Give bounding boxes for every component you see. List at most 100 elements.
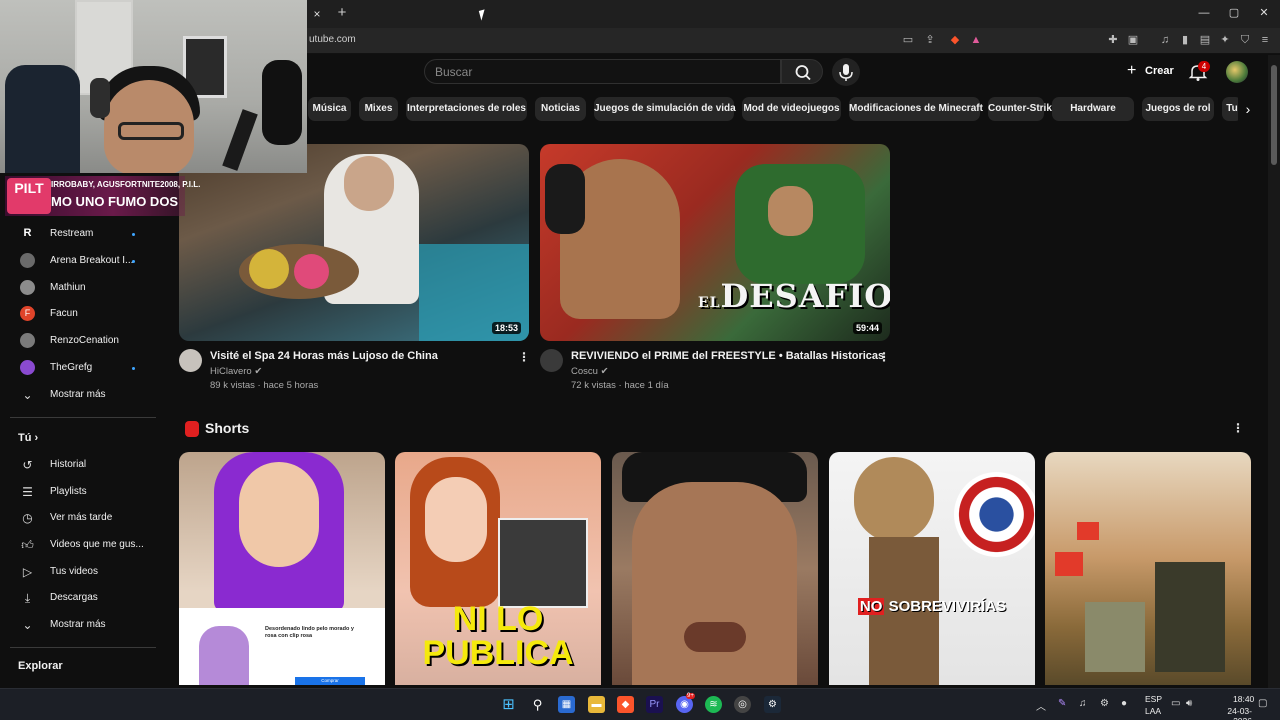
chevron-right-icon[interactable]: › [1238, 97, 1258, 121]
sidebar-item-ver-m-s-tarde[interactable]: ◷ Ver más tarde [10, 507, 160, 531]
sidebar-item-descargas[interactable]: ⤓ Descargas [10, 587, 160, 611]
short-card[interactable] [612, 452, 818, 685]
cast-icon[interactable]: ▭ [901, 33, 915, 47]
wallet-icon[interactable]: ▤ [1198, 33, 1212, 47]
search-icon[interactable]: ⚲ [529, 696, 546, 713]
short-card[interactable] [1045, 452, 1251, 685]
spotify-icon[interactable]: ≋ [705, 696, 722, 713]
steam-tray-icon[interactable]: ⚙ [1100, 698, 1109, 709]
maximize-button[interactable]: ▢ [1222, 5, 1246, 21]
subscription-item[interactable]: Arena Breakout I... [10, 250, 160, 274]
sidebar-item-historial[interactable]: ↺ Historial [10, 454, 160, 478]
file-explorer-icon[interactable]: ▬ [588, 696, 605, 713]
extensions-icon[interactable]: ✚ [1106, 33, 1120, 47]
short-card[interactable]: NI LO PUBLICA [395, 452, 601, 685]
filter-chip[interactable]: Juegos de simulación de vida [594, 97, 736, 121]
filter-chip[interactable]: Hardware [1052, 97, 1134, 121]
channel-name[interactable]: HiClavero ✔ [210, 366, 262, 377]
video-thumbnail[interactable]: 18:53 [179, 144, 529, 341]
close-window-button[interactable]: ✕ [1252, 5, 1276, 21]
video-icon: ▷ [22, 565, 33, 579]
premiere-pro-icon[interactable]: Pr [646, 696, 663, 713]
filter-chip[interactable]: Mixes [359, 97, 398, 121]
filter-chip[interactable]: Tu [1222, 97, 1238, 121]
filter-chip[interactable]: Juegos de rol [1142, 97, 1214, 121]
windows-start-icon[interactable]: ⊞ [500, 696, 517, 713]
scrollbar[interactable] [1268, 55, 1280, 688]
brave-browser-icon[interactable]: ◆ [617, 696, 634, 713]
buy-button[interactable]: Comprar [295, 677, 365, 685]
search-input[interactable] [435, 65, 765, 79]
tray-chevron-up-icon[interactable]: ︿ [1036, 698, 1046, 713]
short-card[interactable]: NO SOBREVIVIRÍAS [829, 452, 1035, 685]
you-heading[interactable]: Tú › [18, 432, 38, 444]
channel-avatar[interactable] [540, 349, 563, 372]
close-tab-icon[interactable]: × [308, 5, 326, 23]
sidebar-item-videos-que-me-gus[interactable]: 👍︎ Videos que me gus... [10, 534, 160, 558]
menu-icon[interactable]: ≡ [1258, 33, 1272, 47]
sidebar-toggle-icon[interactable]: ▮ [1178, 33, 1192, 47]
sidebar-item-tus-videos[interactable]: ▷ Tus videos [10, 561, 160, 585]
tray-app-icon[interactable]: ✎ [1058, 698, 1066, 709]
network-icon[interactable]: ▭ [1171, 698, 1180, 709]
search-box[interactable] [424, 59, 781, 84]
screenshot-icon[interactable]: ▣ [1126, 33, 1140, 47]
filter-chip[interactable]: Interpretaciones de roles [406, 97, 527, 121]
media-icon[interactable]: ♫ [1158, 33, 1172, 47]
search-button[interactable] [781, 59, 823, 84]
clock-date[interactable]: 24-03-2026 [1210, 706, 1252, 720]
clock-time[interactable]: 18:40 [1233, 694, 1254, 704]
create-button[interactable]: + Crear [1123, 60, 1175, 84]
widgets-icon[interactable]: ▦ [558, 696, 575, 713]
filter-chip[interactable]: Música [308, 97, 351, 121]
short-overlay-text: NI LO PUBLICA [422, 600, 574, 672]
microphone-icon[interactable]: ● [1121, 698, 1127, 709]
filter-chip[interactable]: Modificaciones de Minecraft [849, 97, 983, 121]
more-options-icon[interactable]: ⋮ [518, 349, 530, 365]
video-title[interactable]: Visité el Spa 24 Horas más Lujoso de Chi… [210, 350, 438, 362]
headphones-icon[interactable]: ♫ [1079, 698, 1087, 709]
subscription-item[interactable]: RenzoCenation [10, 330, 160, 354]
volume-icon[interactable]: 🔊︎ [1186, 698, 1192, 709]
account-avatar[interactable] [1226, 61, 1248, 83]
keyboard-layout[interactable]: LAA [1145, 706, 1161, 716]
minimize-button[interactable]: — [1192, 5, 1216, 21]
video-title[interactable]: REVIVIENDO el PRIME del FREESTYLE • Bata… [571, 350, 884, 362]
new-content-dot [132, 367, 135, 370]
scroll-thumb[interactable] [1271, 65, 1277, 165]
filter-chip[interactable]: Noticias [535, 97, 586, 121]
subscription-item[interactable]: F Facun [10, 303, 160, 327]
channel-name[interactable]: Coscu ✔ [571, 366, 609, 377]
url-field[interactable]: utube.com [309, 34, 356, 45]
short-card[interactable]: Desordenado lindo pelo morado y rosa con… [179, 452, 385, 685]
more-options-icon[interactable]: ⋮ [878, 349, 890, 365]
thumbnail-face [239, 462, 319, 567]
thumbnail-character [1155, 562, 1225, 672]
heart-icon [1055, 552, 1083, 576]
steam-icon[interactable]: ⚙ [764, 696, 781, 713]
video-thumbnail[interactable]: ELDESAFIO 59:44 [540, 144, 890, 341]
filter-chip[interactable]: Mod de videojuegos [742, 97, 841, 121]
vpn-icon[interactable]: ⛉ [1238, 33, 1252, 47]
subscription-item[interactable]: Mathiun [10, 277, 160, 301]
channel-avatar[interactable] [179, 349, 202, 372]
leo-ai-icon[interactable]: ✦ [1218, 33, 1232, 47]
subscription-item[interactable]: TheGrefg [10, 357, 160, 381]
brave-rewards-icon[interactable]: ▲ [969, 33, 983, 47]
notification-center-icon[interactable]: ▢ [1258, 698, 1267, 709]
subscription-item[interactable]: R Restream [10, 223, 160, 247]
brave-shield-icon[interactable]: ◆ [948, 33, 962, 47]
obs-icon[interactable]: ◎ [734, 696, 751, 713]
webcam-overlay [0, 0, 307, 173]
share-icon[interactable]: ⇪ [923, 33, 937, 47]
new-tab-button[interactable]: + [334, 4, 350, 22]
show-more-button[interactable]: ⌄ Mostrar más [10, 614, 160, 638]
show-more-button[interactable]: ⌄ Mostrar más [10, 384, 160, 408]
thumbnail-animal [1085, 602, 1145, 672]
sidebar-item-playlists[interactable]: ☰ Playlists [10, 481, 160, 505]
voice-search-button[interactable] [832, 58, 860, 86]
shorts-more-icon[interactable]: ⋮ [1232, 420, 1244, 436]
guitar [262, 60, 302, 145]
language-indicator[interactable]: ESP [1145, 694, 1162, 704]
filter-chip[interactable]: Counter-Strike [988, 97, 1057, 121]
